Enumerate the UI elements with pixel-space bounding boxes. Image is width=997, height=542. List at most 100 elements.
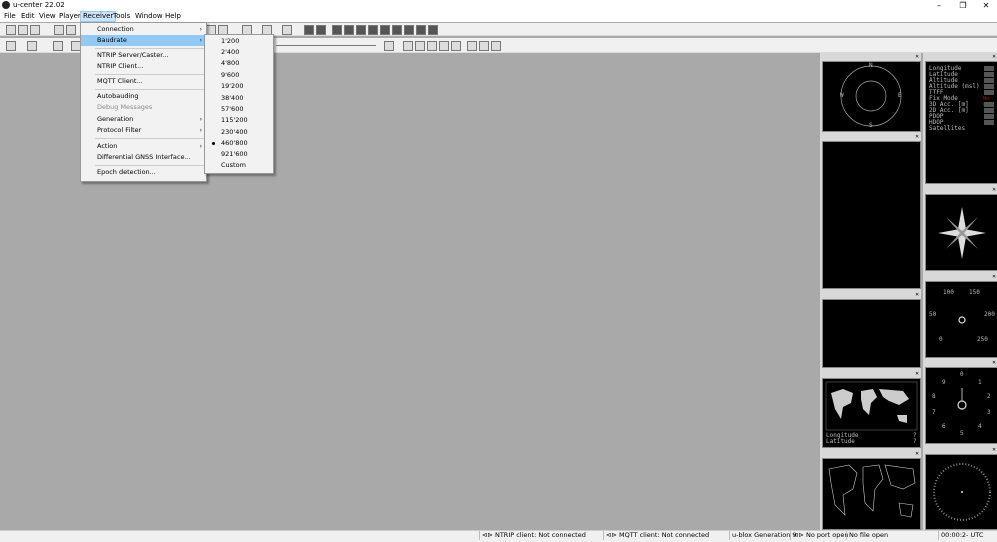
clock-view-icon[interactable] — [392, 25, 402, 35]
world-map-detail-graphic — [828, 464, 916, 518]
menu-file[interactable]: File — [2, 11, 18, 22]
player-play-icon[interactable] — [439, 41, 449, 51]
data-view[interactable]: Longitude Latitude Altitude Altitude (ms… — [925, 61, 997, 184]
menu-item-protocol-filter[interactable]: Protocol Filter › — [81, 125, 206, 136]
title-bar — [0, 0, 997, 11]
menu-item-baudrate[interactable]: Baudrate › — [81, 35, 206, 46]
data-view-icon[interactable] — [332, 25, 342, 35]
binary-console-icon[interactable] — [316, 25, 326, 35]
status-ntrip: ⊲⊳ NTRIP client: Not connected — [479, 531, 600, 540]
options-gear-icon[interactable] — [491, 41, 501, 51]
baudrate-option[interactable]: 4'800 — [205, 58, 273, 69]
menu-item-debug-messages: Debug Messages — [97, 103, 153, 111]
close-icon[interactable]: ✕ — [915, 451, 919, 457]
sky-view-icon[interactable] — [344, 25, 354, 35]
menu-item-differential-gnss[interactable]: Differential GNSS Interface... — [81, 152, 206, 163]
map-view-icon[interactable] — [356, 25, 366, 35]
baudrate-option[interactable]: 19'200 — [205, 81, 273, 92]
close-icon[interactable]: ✕ — [915, 371, 919, 377]
menu-item-mqtt-client[interactable]: MQTT Client... — [81, 76, 206, 87]
sky-view[interactable]: N S E W — [822, 61, 921, 132]
menu-item-action[interactable]: Action › — [81, 141, 206, 152]
close-icon[interactable]: ✕ — [992, 54, 996, 60]
print-icon[interactable] — [54, 25, 64, 35]
maximize-button[interactable]: ❐ — [952, 0, 974, 11]
signal-view[interactable] — [822, 141, 921, 289]
world-map-view[interactable]: Longitude Latitude ? ? — [822, 378, 921, 448]
player-start-icon[interactable] — [403, 41, 413, 51]
speed-view-icon[interactable] — [380, 25, 390, 35]
close-button[interactable]: ✕ — [975, 0, 997, 11]
menu-tools[interactable]: Tools — [111, 11, 132, 22]
baudrate-option[interactable]: 115'200 — [205, 115, 273, 126]
deviation-map-icon[interactable] — [428, 25, 438, 35]
close-icon[interactable]: ✕ — [992, 360, 996, 366]
baudrate-option[interactable]: 9'600 — [205, 70, 273, 81]
compass-view[interactable] — [925, 194, 997, 271]
baudrate-option[interactable]: 230'400 — [205, 127, 273, 138]
monitor-icon[interactable] — [282, 25, 292, 35]
baudrate-option[interactable]: 921'600 — [205, 149, 273, 160]
player-step-icon[interactable] — [427, 41, 437, 51]
close-icon[interactable]: ✕ — [992, 447, 996, 453]
menu-item-autobauding[interactable]: Autobauding — [81, 91, 206, 102]
open-folder-icon[interactable] — [30, 25, 40, 35]
satellite-view-icon[interactable] — [404, 25, 414, 35]
heading-dial-graphic — [933, 463, 991, 521]
status-mqtt: ⊲⊳ MQTT client: Not connected — [603, 531, 724, 540]
baudrate-option-selected[interactable]: 460'800 — [205, 138, 273, 149]
altitude-gauge-view[interactable]: 0 1 2 3 4 5 6 7 8 9 — [925, 367, 997, 444]
config-gear-icon[interactable] — [479, 41, 489, 51]
close-icon[interactable]: ✕ — [992, 274, 996, 280]
player-rewind-icon[interactable] — [415, 41, 425, 51]
close-icon[interactable]: ✕ — [992, 187, 996, 193]
menu-item-generation[interactable]: Generation › — [81, 114, 206, 125]
baudrate-option[interactable]: 2'400 — [205, 47, 273, 58]
close-icon[interactable]: ✕ — [915, 134, 919, 140]
world-map-detail-view[interactable] — [822, 458, 921, 530]
menu-item-epoch-detection[interactable]: Epoch detection... — [81, 167, 206, 178]
sky-north-label: N — [869, 62, 873, 69]
menu-help[interactable]: Help — [163, 11, 183, 22]
baudrate-icon[interactable] — [27, 41, 37, 51]
menu-window[interactable]: Window — [133, 11, 165, 22]
menu-view[interactable]: View — [37, 11, 58, 22]
menu-separator — [95, 165, 204, 166]
menu-item-connection[interactable]: Connection › — [81, 24, 206, 35]
menu-edit[interactable]: Edit — [19, 11, 37, 22]
histogram-view-icon[interactable] — [416, 25, 426, 35]
player-end-icon[interactable] — [384, 41, 394, 51]
settings-gear-icon[interactable] — [467, 41, 477, 51]
menu-item-ntrip-server[interactable]: NTRIP Server/Caster... — [81, 50, 206, 61]
sky-view-graphic — [840, 65, 902, 127]
compass-rose-icon — [938, 207, 986, 259]
data-value-altitude-msl — [984, 84, 994, 89]
connect-icon[interactable] — [6, 41, 16, 51]
print-preview-icon[interactable] — [66, 25, 76, 35]
autobaud-icon[interactable] — [53, 41, 63, 51]
baudrate-option[interactable]: 57'600 — [205, 104, 273, 115]
heading-view[interactable] — [925, 454, 997, 530]
save-icon[interactable] — [18, 25, 28, 35]
status-port: ⊲⊳ No port open — [790, 531, 849, 540]
new-file-icon[interactable] — [6, 25, 16, 35]
speed-gauge-graphic — [958, 316, 966, 324]
close-icon[interactable]: ✕ — [915, 292, 919, 298]
minimize-button[interactable]: – — [928, 0, 950, 11]
baudrate-option-custom[interactable]: Custom — [205, 160, 273, 171]
deviation-view[interactable] — [822, 299, 921, 368]
menu-item-ntrip-client[interactable]: NTRIP Client... — [81, 61, 206, 72]
baudrate-option[interactable]: 38'400 — [205, 93, 273, 104]
compass-view-icon[interactable] — [368, 25, 378, 35]
gauge-tick-6: 6 — [942, 423, 946, 430]
menu-player[interactable]: Player — [57, 11, 83, 22]
playback-slider[interactable] — [276, 45, 376, 46]
speed-gauge-view[interactable]: 100 150 50 200 0 250 — [925, 281, 997, 358]
receiver-menu: Connection › Baudrate › NTRIP Server/Caste… — [80, 22, 207, 182]
player-record-icon[interactable] — [451, 41, 461, 51]
gauge-tick-9: 9 — [942, 379, 946, 386]
baudrate-option[interactable]: 1'200 — [205, 36, 273, 47]
close-icon[interactable]: ✕ — [915, 54, 919, 60]
sky-west-label: W — [840, 92, 844, 99]
packet-console-icon[interactable] — [304, 25, 314, 35]
